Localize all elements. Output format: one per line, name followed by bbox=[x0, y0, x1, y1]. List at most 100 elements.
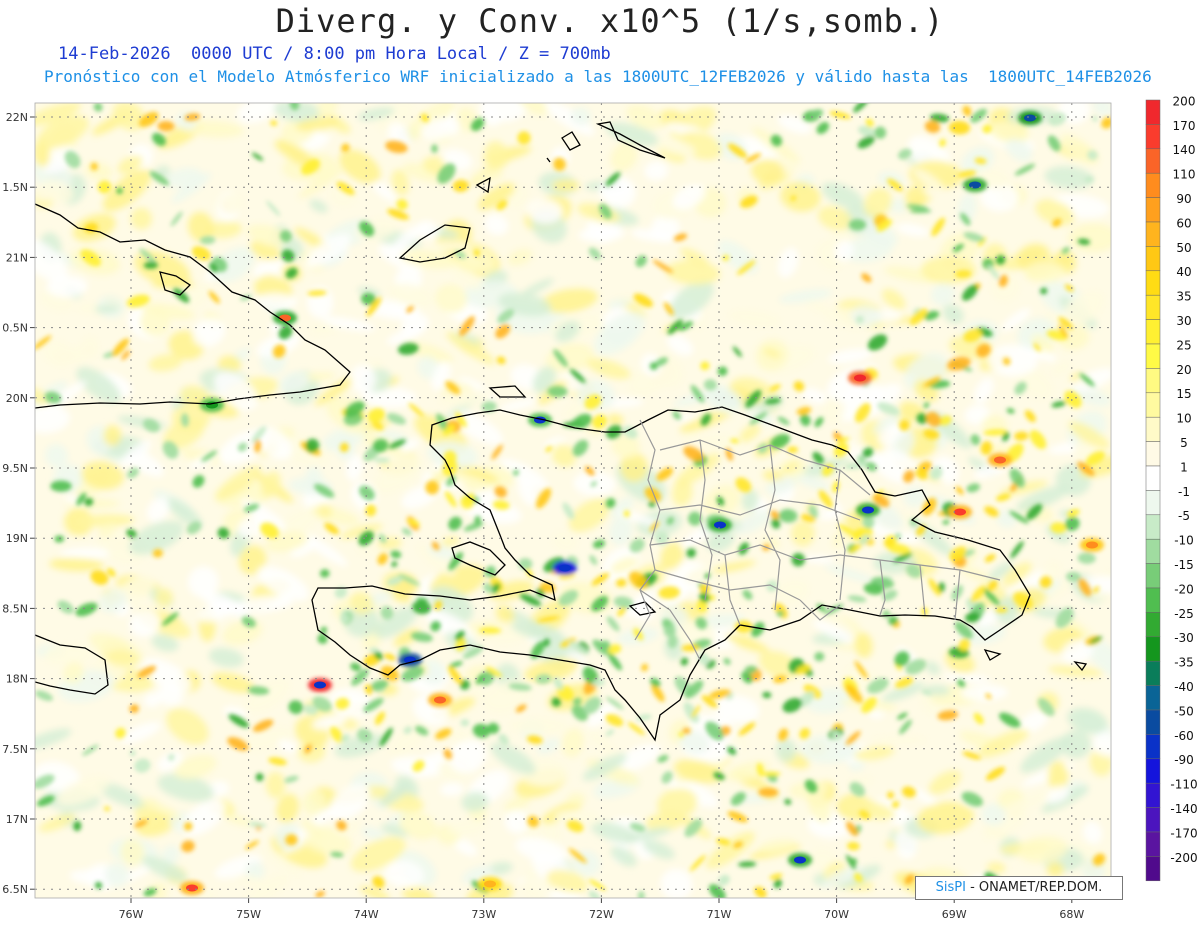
colorbar-swatch bbox=[1145, 124, 1161, 150]
colorbar-swatch bbox=[1145, 368, 1161, 394]
lat-label: 7.5N bbox=[2, 743, 28, 756]
colorbar-swatch bbox=[1145, 782, 1161, 808]
colorbar-label: -10 bbox=[1174, 534, 1194, 548]
colorbar-label: 60 bbox=[1176, 216, 1191, 230]
lon-label: 75W bbox=[236, 908, 261, 921]
colorbar-swatch bbox=[1145, 636, 1161, 662]
lat-label: 19N bbox=[6, 532, 28, 545]
colorbar-swatch bbox=[1145, 660, 1161, 686]
latitude-axis: 22N 1.5N 21N 0.5N 20N 9.5N 19N 8.5N 18N 7.5N 17N 6.… bbox=[2, 111, 35, 896]
colorbar-swatch bbox=[1145, 99, 1161, 125]
colorbar-label: -170 bbox=[1170, 826, 1197, 840]
colorbar-label: 5 bbox=[1180, 436, 1188, 450]
field-core bbox=[862, 506, 874, 514]
colorbar-swatch bbox=[1145, 441, 1161, 467]
colorbar-label: -140 bbox=[1170, 802, 1197, 816]
colorbar-label: 50 bbox=[1176, 241, 1191, 255]
colorbar-swatch bbox=[1145, 563, 1161, 589]
colorbar-label: 15 bbox=[1176, 387, 1191, 401]
field-core bbox=[314, 681, 326, 689]
colorbar-label: -40 bbox=[1174, 680, 1194, 694]
field-core bbox=[954, 508, 966, 516]
colorbar-swatch bbox=[1145, 807, 1161, 833]
field-core bbox=[484, 880, 496, 888]
field-core bbox=[279, 314, 291, 322]
colorbar-label: -1 bbox=[1178, 485, 1190, 499]
colorbar-label: 90 bbox=[1176, 192, 1191, 206]
colorbar-swatch bbox=[1145, 392, 1161, 418]
longitude-axis: 76W 75W 74W 73W 72W 71W 70W 69W 68W bbox=[119, 898, 1084, 921]
lon-label: 74W bbox=[354, 908, 379, 921]
field-core bbox=[559, 564, 571, 572]
colorbar-swatch bbox=[1145, 148, 1161, 174]
colorbar-swatch bbox=[1145, 587, 1161, 613]
lon-label: 68W bbox=[1059, 908, 1084, 921]
colorbar-swatch bbox=[1145, 831, 1161, 857]
lat-label: 20N bbox=[6, 392, 28, 405]
lat-label: 18N bbox=[6, 673, 28, 686]
lat-label: 6.5N bbox=[2, 883, 28, 896]
colorbar-label: 1 bbox=[1180, 460, 1188, 474]
map-panel: 22N 1.5N 21N 0.5N 20N 9.5N 19N 8.5N 18N 7.5N 17N 6.… bbox=[2, 94, 1198, 921]
field-core bbox=[794, 856, 806, 864]
colorbar-label: -20 bbox=[1174, 582, 1194, 596]
field-core bbox=[854, 374, 866, 382]
credit-box: SisPI - ONAMET/REP.DOM. bbox=[915, 876, 1123, 900]
colorbar-swatch bbox=[1145, 758, 1161, 784]
colorbar-swatch bbox=[1145, 270, 1161, 296]
lat-label: 0.5N bbox=[2, 322, 28, 335]
field-core bbox=[994, 456, 1006, 464]
forecast-map-figure: Diverg. y Conv. x10^5 (1/s,somb.) 14-Feb… bbox=[0, 0, 1200, 927]
lat-label: 22N bbox=[6, 111, 28, 124]
colorbar-label: -110 bbox=[1170, 778, 1197, 792]
colorbar-swatch bbox=[1145, 246, 1161, 272]
lat-label: 8.5N bbox=[2, 602, 28, 615]
colorbar-swatch bbox=[1145, 685, 1161, 711]
color-bar: 200 170 140 110 90 60 50 40 35 30 25 20 15 10 5 1 -1 -5 -1… bbox=[1145, 94, 1198, 882]
lat-label: 9.5N bbox=[2, 462, 28, 475]
colorbar-label: -35 bbox=[1174, 656, 1194, 670]
colorbar-swatch bbox=[1145, 709, 1161, 735]
lon-label: 71W bbox=[707, 908, 732, 921]
colorbar-swatch bbox=[1145, 538, 1161, 564]
lon-label: 72W bbox=[589, 908, 614, 921]
colorbar-label: -60 bbox=[1174, 729, 1194, 743]
colorbar-swatch bbox=[1145, 172, 1161, 198]
colorbar-swatch bbox=[1145, 856, 1161, 882]
field-core bbox=[186, 884, 198, 892]
colorbar-label: 30 bbox=[1176, 314, 1191, 328]
colorbar-label: -25 bbox=[1174, 607, 1194, 621]
field-core bbox=[1024, 114, 1036, 122]
field-core bbox=[714, 521, 726, 529]
colorbar-swatch bbox=[1145, 221, 1161, 247]
colorbar-label: 200 bbox=[1173, 94, 1196, 108]
colorbar-swatch bbox=[1145, 319, 1161, 345]
colorbar-swatch bbox=[1145, 343, 1161, 369]
colorbar-label: 25 bbox=[1176, 338, 1191, 352]
lon-label: 73W bbox=[471, 908, 496, 921]
colorbar-label: -50 bbox=[1174, 704, 1194, 718]
colorbar-label: -200 bbox=[1170, 851, 1197, 865]
credit-text: - ONAMET/REP.DOM. bbox=[970, 880, 1103, 895]
lon-label: 76W bbox=[119, 908, 144, 921]
lat-label: 21N bbox=[6, 251, 28, 264]
colorbar-label: 35 bbox=[1176, 290, 1191, 304]
colorbar-label: 10 bbox=[1176, 412, 1191, 426]
lat-label: 17N bbox=[6, 813, 28, 826]
colorbar-label: -90 bbox=[1174, 753, 1194, 767]
sispi-logo: SisPI bbox=[935, 880, 966, 895]
colorbar-label: -30 bbox=[1174, 631, 1194, 645]
lat-label: 1.5N bbox=[2, 181, 28, 194]
colorbar-label: 40 bbox=[1176, 265, 1191, 279]
colorbar-label: -5 bbox=[1178, 509, 1190, 523]
colorbar-label: 110 bbox=[1173, 168, 1196, 182]
colorbar-swatch bbox=[1145, 294, 1161, 320]
colorbar-label: -15 bbox=[1174, 558, 1194, 572]
colorbar-swatch bbox=[1145, 490, 1161, 516]
colorbar-swatch bbox=[1145, 734, 1161, 760]
colorbar-label: 20 bbox=[1176, 363, 1191, 377]
colorbar-label: 140 bbox=[1173, 143, 1196, 157]
colorbar-label: 170 bbox=[1173, 119, 1196, 133]
colorbar-swatch bbox=[1145, 416, 1161, 442]
field-core bbox=[434, 696, 446, 704]
